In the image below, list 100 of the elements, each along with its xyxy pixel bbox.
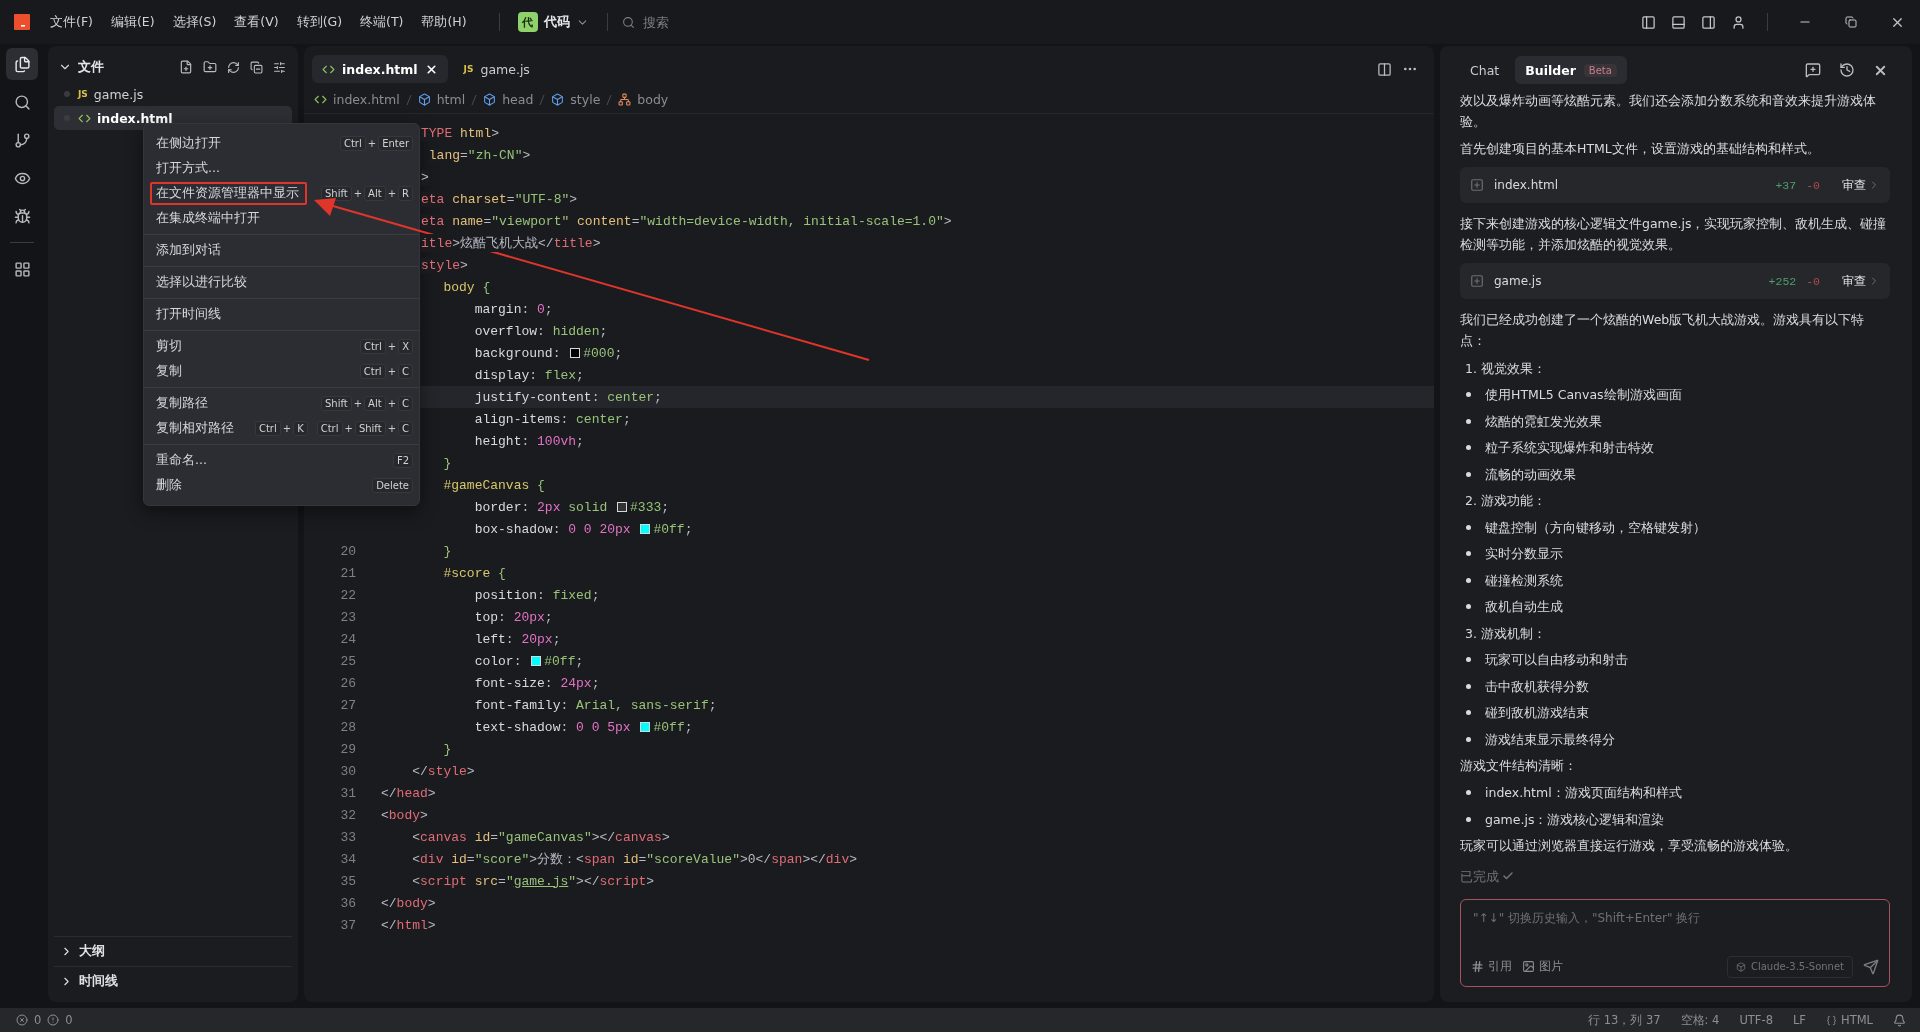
key-cap: C bbox=[398, 421, 413, 436]
sidebar-section-header[interactable]: 时间线 bbox=[54, 966, 292, 996]
image-button[interactable]: 图片 bbox=[1522, 958, 1563, 975]
menu-item[interactable]: 选择(S) bbox=[172, 13, 217, 31]
context-menu-item[interactable]: 打开方式... bbox=[144, 156, 419, 181]
workspace-switcher[interactable]: 代 代码 bbox=[513, 10, 593, 34]
model-selector[interactable]: Claude-3.5-Sonnet bbox=[1726, 955, 1853, 978]
code-text: justify-content: center; bbox=[474, 389, 662, 405]
js-file-icon: JS bbox=[463, 64, 474, 74]
list-number: 1. bbox=[1465, 359, 1477, 378]
menu-item[interactable]: 文件(F) bbox=[50, 13, 93, 31]
code-text: #gameCanvas { bbox=[443, 477, 545, 493]
editor-tab[interactable]: JS game.js bbox=[453, 55, 540, 83]
status-item[interactable]: 空格: 4 bbox=[1680, 1012, 1720, 1028]
breadcrumb-item[interactable]: index.html bbox=[333, 92, 400, 107]
panel-bottom-icon bbox=[1670, 14, 1686, 30]
context-menu-item[interactable]: 剪切 Ctrl + X bbox=[144, 334, 419, 359]
code-text: </style> bbox=[412, 763, 475, 779]
reference-button[interactable]: 引用 bbox=[1471, 958, 1512, 975]
breadcrumb-item[interactable]: html bbox=[436, 92, 466, 107]
file-name: index.html bbox=[1494, 176, 1559, 194]
history-button[interactable] bbox=[1837, 60, 1857, 80]
sidebar-section-header[interactable]: 大纲 bbox=[54, 936, 292, 966]
context-menu-item[interactable]: 打开时间线 bbox=[144, 302, 419, 327]
plus-sign: + bbox=[344, 423, 353, 434]
key-cap: F2 bbox=[392, 453, 413, 468]
plus-square-icon bbox=[1470, 178, 1484, 192]
menu-item[interactable]: 终端(T) bbox=[360, 13, 404, 31]
error-icon bbox=[16, 1014, 28, 1026]
send-button[interactable] bbox=[1863, 958, 1879, 975]
review-button[interactable]: 审查 bbox=[1842, 176, 1880, 194]
chat-tab[interactable]: Chat bbox=[1460, 56, 1510, 84]
activity-button[interactable] bbox=[6, 48, 38, 80]
list-item-text: 粒子系统实现爆炸和射击特效 bbox=[1485, 439, 1654, 458]
status-item[interactable]: LF bbox=[1792, 1013, 1806, 1027]
list-heading: 游戏功能： bbox=[1480, 492, 1546, 511]
list-item-text: 键盘控制（方向键移动，空格键发射） bbox=[1485, 518, 1706, 537]
code-text: #333; bbox=[630, 499, 670, 515]
menu-item[interactable]: 查看(V) bbox=[234, 13, 279, 31]
bullet-icon bbox=[1466, 816, 1471, 822]
hash-icon bbox=[1471, 960, 1484, 973]
key-cap: X bbox=[398, 339, 413, 354]
context-menu-item[interactable]: 重命名... F2 bbox=[144, 448, 419, 473]
context-menu-item[interactable]: 添加到对话 bbox=[144, 238, 419, 263]
search-field[interactable]: 搜索 bbox=[640, 13, 941, 31]
context-menu-item[interactable]: 在集成终端中打开 bbox=[144, 206, 419, 231]
line-number: 36 bbox=[339, 895, 356, 911]
code-text: font-family: Arial, sans-serif; bbox=[474, 697, 717, 713]
bullet-icon bbox=[1466, 577, 1471, 583]
collapse-button[interactable] bbox=[248, 58, 265, 76]
context-menu-item[interactable]: 删除 Delete bbox=[144, 473, 419, 498]
key-cap: Shift bbox=[320, 396, 352, 411]
code-text: <body> bbox=[381, 807, 428, 823]
code-text: left: 20px; bbox=[474, 631, 561, 647]
key-cap: Alt bbox=[364, 396, 386, 411]
context-menu-item[interactable]: 在侧边打开 Ctrl + Enter bbox=[144, 131, 419, 156]
chat-tab[interactable]: Builder Beta bbox=[1515, 56, 1627, 84]
code-text: #0ff; bbox=[544, 653, 584, 669]
line-number: 26 bbox=[339, 675, 356, 691]
code-text: } bbox=[443, 741, 452, 757]
lines-removed: -0 bbox=[1806, 177, 1820, 194]
menu-item[interactable]: 帮助(H) bbox=[421, 13, 467, 31]
language-mode[interactable]: HTML bbox=[1826, 1013, 1873, 1027]
bell-icon bbox=[1893, 1013, 1906, 1027]
list-item-text: 敌机自动生成 bbox=[1485, 598, 1563, 617]
menu-item[interactable]: 编辑(E) bbox=[110, 13, 155, 31]
breadcrumb-item[interactable]: style bbox=[570, 92, 601, 107]
error-count: 0 bbox=[34, 1013, 42, 1027]
message-text: 效以及爆炸动画等炫酷元素。我们还会添加分数系统和音效来提升游戏体验。 bbox=[1460, 92, 1877, 131]
line-number: 23 bbox=[339, 609, 356, 625]
context-menu-item[interactable]: 复制路径 Shift + Alt + C bbox=[144, 391, 419, 416]
code-text: #0ff; bbox=[653, 521, 693, 537]
breadcrumb-item[interactable]: body bbox=[637, 92, 669, 107]
breadcrumb-item[interactable]: head bbox=[502, 92, 534, 107]
key-cap: Ctrl bbox=[359, 339, 386, 354]
line-number: 30 bbox=[339, 763, 356, 779]
editor-tab[interactable]: index.html bbox=[312, 55, 448, 83]
review-button[interactable]: 审查 bbox=[1842, 272, 1880, 290]
message-text: 游戏文件结构清晰： bbox=[1460, 756, 1578, 775]
context-menu-item[interactable]: 复制 Ctrl + C bbox=[144, 359, 419, 384]
line-number: 24 bbox=[339, 631, 356, 647]
context-menu-item[interactable]: 复制相对路径 Ctrl + K Ctrl + Shift + C bbox=[144, 416, 419, 441]
js-file-icon: JS bbox=[78, 89, 88, 99]
key-cap: Ctrl bbox=[316, 421, 343, 436]
message-text: 接下来创建游戏的核心逻辑文件game.js，实现玩家控制、敌机生成、碰撞检测等功能，并添加炫酷的视觉效果。 bbox=[1460, 215, 1888, 254]
code-text: margin: 0; bbox=[474, 301, 553, 317]
new-chat-button[interactable] bbox=[1803, 60, 1823, 80]
notifications-button[interactable] bbox=[1893, 1013, 1906, 1027]
code-text: <canvas id="gameCanvas"></canvas> bbox=[412, 829, 670, 845]
key-cap: Delete bbox=[372, 478, 413, 493]
file-tree-item[interactable]: JS game.js bbox=[54, 82, 292, 106]
status-item[interactable]: UTF-8 bbox=[1739, 1013, 1773, 1027]
context-menu-item[interactable]: 选择以进行比较 bbox=[144, 270, 419, 295]
lines-removed: -0 bbox=[1806, 273, 1820, 290]
status-item[interactable]: 行 13，列 37 bbox=[1588, 1012, 1661, 1028]
chat-input[interactable]: "↑↓" 切换历史输入，"Shift+Enter" 换行 引用 图片 Claude-3.5-Sonnet bbox=[1460, 898, 1890, 987]
code-text: eta name="viewport" content="width=device-width, initial-scale=1.0"> bbox=[421, 213, 952, 229]
bullet-icon bbox=[1466, 790, 1471, 796]
panel-right-icon bbox=[1700, 14, 1716, 30]
menu-item[interactable]: 转到(G) bbox=[296, 13, 343, 31]
